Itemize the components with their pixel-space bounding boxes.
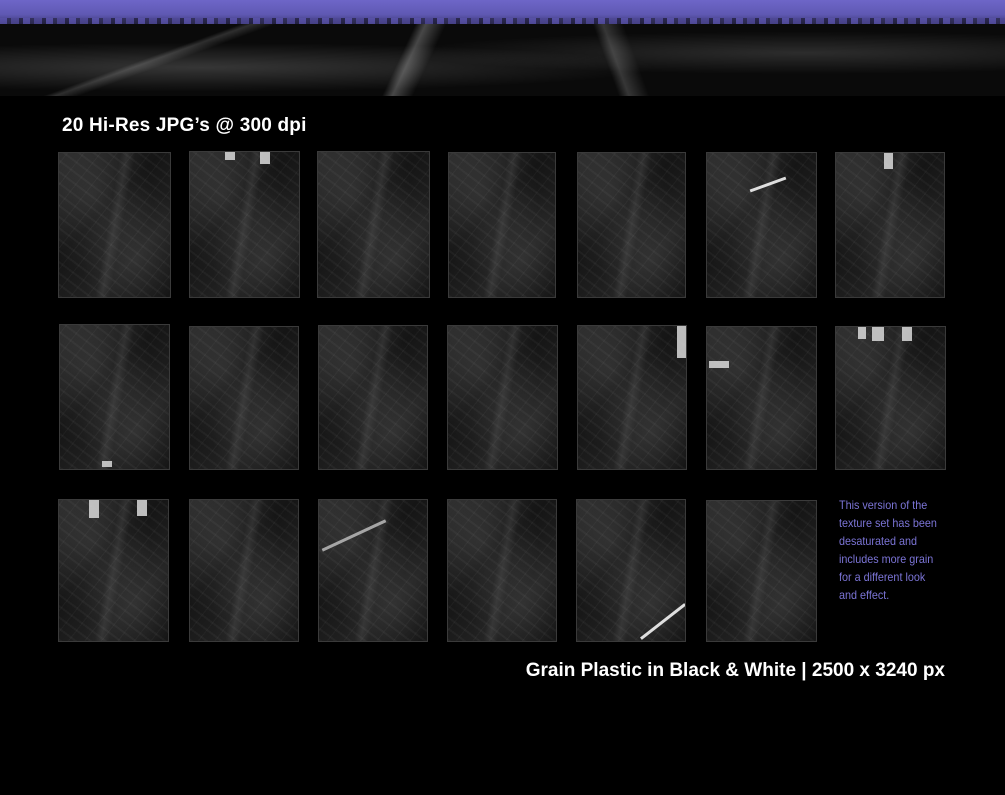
tape-strip	[858, 327, 866, 339]
tape-strip	[749, 176, 787, 193]
tape-strip	[709, 361, 729, 368]
tape-strip	[872, 327, 884, 341]
texture-thumbnail-6[interactable]	[706, 152, 817, 298]
texture-thumbnail-18[interactable]	[447, 499, 557, 642]
texture-thumbnail-8[interactable]	[59, 324, 170, 470]
tape-strip	[102, 461, 112, 467]
tape-strip	[260, 152, 270, 164]
page-title: 20 Hi-Res JPG’s @ 300 dpi	[62, 115, 307, 136]
texture-thumbnail-10[interactable]	[318, 325, 428, 470]
tape-strip	[902, 327, 912, 341]
texture-thumbnail-9[interactable]	[189, 326, 299, 470]
texture-thumbnail-19[interactable]	[576, 499, 686, 642]
texture-thumbnail-4[interactable]	[448, 152, 556, 298]
tape-strip	[225, 152, 235, 160]
tape-strip	[321, 519, 387, 552]
texture-thumbnail-1[interactable]	[58, 152, 171, 298]
texture-thumbnail-7[interactable]	[835, 152, 945, 298]
texture-thumbnail-17[interactable]	[318, 499, 428, 642]
header-texture-banner	[0, 0, 1005, 96]
texture-thumbnail-3[interactable]	[317, 151, 430, 298]
texture-thumbnail-12[interactable]	[577, 325, 687, 470]
tape-strip	[89, 500, 99, 518]
tape-strip	[677, 326, 686, 358]
texture-thumbnail-16[interactable]	[189, 499, 299, 642]
texture-thumbnail-5[interactable]	[577, 152, 686, 298]
banner-plastic-texture	[0, 24, 1005, 96]
tape-strip	[137, 500, 147, 516]
tape-strip	[640, 603, 685, 640]
texture-thumbnail-13[interactable]	[706, 326, 817, 470]
texture-thumbnail-15[interactable]	[58, 499, 169, 642]
texture-thumbnail-20[interactable]	[706, 500, 817, 642]
tape-strip	[884, 153, 893, 169]
description-text: This version of the texture set has been…	[839, 498, 937, 602]
texture-thumbnail-2[interactable]	[189, 151, 300, 298]
texture-thumbnail-14[interactable]	[835, 326, 946, 470]
footer-caption: Grain Plastic in Black & White | 2500 x …	[525, 660, 945, 681]
texture-thumbnail-11[interactable]	[447, 325, 558, 470]
